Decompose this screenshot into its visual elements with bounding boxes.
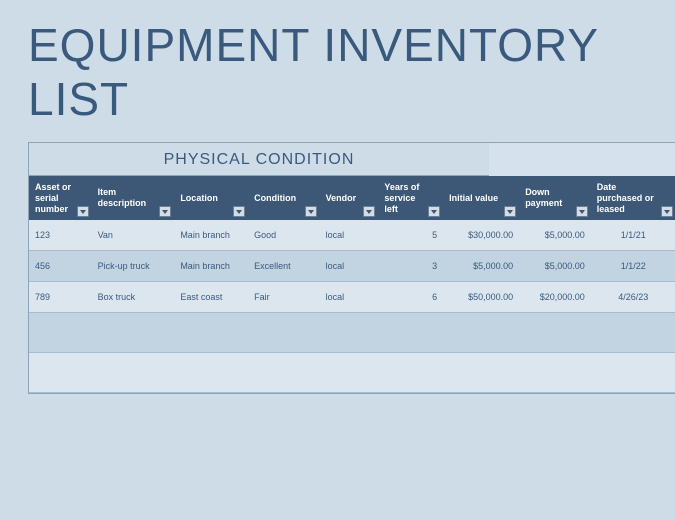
cell-vend: local	[320, 220, 379, 251]
filter-icon[interactable]	[77, 206, 89, 217]
filter-icon[interactable]	[576, 206, 588, 217]
col-asset-label: Asset or serial number	[35, 182, 71, 214]
table-row: 123 Van Main branch Good local 5 $30,000…	[29, 220, 675, 251]
cell-vend: local	[320, 251, 379, 282]
cell-date: 1/1/21	[591, 220, 675, 251]
cell-yrs: 5	[378, 220, 443, 251]
col-years-left[interactable]: Years of service left	[378, 176, 443, 220]
section-header-physical-condition: PHYSICAL CONDITION	[29, 143, 489, 176]
table-row: 789 Box truck East coast Fair local 6 $5…	[29, 282, 675, 313]
col-initial-value[interactable]: Initial value	[443, 176, 519, 220]
col-desc-label: Item description	[98, 187, 147, 208]
cell-loc: Main branch	[174, 251, 248, 282]
col-down-label: Down payment	[525, 187, 562, 208]
col-desc[interactable]: Item description	[92, 176, 175, 220]
cell-yrs: 3	[378, 251, 443, 282]
cell-loc: Main branch	[174, 220, 248, 251]
col-location[interactable]: Location	[174, 176, 248, 220]
filter-icon[interactable]	[233, 206, 245, 217]
cell-down: $20,000.00	[519, 282, 591, 313]
cell-desc: Van	[92, 220, 175, 251]
filter-icon[interactable]	[305, 206, 317, 217]
cell-down: $5,000.00	[519, 220, 591, 251]
table-header-row: Asset or serial number Item description …	[29, 176, 675, 220]
cell-yrs: 6	[378, 282, 443, 313]
table-row: 456 Pick-up truck Main branch Excellent …	[29, 251, 675, 282]
col-cond-label: Condition	[254, 193, 296, 203]
cell-desc: Pick-up truck	[92, 251, 175, 282]
cell-loc: East coast	[174, 282, 248, 313]
col-yrs-label: Years of service left	[384, 182, 419, 214]
col-init-label: Initial value	[449, 193, 498, 203]
col-down-payment[interactable]: Down payment	[519, 176, 591, 220]
cell-cond: Good	[248, 220, 320, 251]
page-title: EQUIPMENT INVENTORY LIST	[0, 0, 675, 142]
cell-init: $30,000.00	[443, 220, 519, 251]
cell-init: $50,000.00	[443, 282, 519, 313]
table-body: 123 Van Main branch Good local 5 $30,000…	[29, 220, 675, 393]
cell-down: $5,000.00	[519, 251, 591, 282]
cell-cond: Fair	[248, 282, 320, 313]
cell-cond: Excellent	[248, 251, 320, 282]
cell-asset: 789	[29, 282, 92, 313]
cell-vend: local	[320, 282, 379, 313]
inventory-table-container: PHYSICAL CONDITION Asset or serial numbe…	[28, 142, 675, 394]
col-vendor[interactable]: Vendor	[320, 176, 379, 220]
col-vend-label: Vendor	[326, 193, 357, 203]
table-row-empty	[29, 353, 675, 393]
cell-desc: Box truck	[92, 282, 175, 313]
filter-icon[interactable]	[159, 206, 171, 217]
filter-icon[interactable]	[428, 206, 440, 217]
col-asset[interactable]: Asset or serial number	[29, 176, 92, 220]
table-row-empty	[29, 313, 675, 353]
col-condition[interactable]: Condition	[248, 176, 320, 220]
cell-asset: 456	[29, 251, 92, 282]
cell-asset: 123	[29, 220, 92, 251]
col-date-purchased[interactable]: Date purchased or leased	[591, 176, 675, 220]
inventory-table: Asset or serial number Item description …	[29, 176, 675, 393]
cell-date: 4/26/23	[591, 282, 675, 313]
filter-icon[interactable]	[363, 206, 375, 217]
cell-date: 1/1/22	[591, 251, 675, 282]
cell-init: $5,000.00	[443, 251, 519, 282]
col-date-label: Date purchased or leased	[597, 182, 654, 214]
col-loc-label: Location	[180, 193, 218, 203]
filter-icon[interactable]	[661, 206, 673, 217]
filter-icon[interactable]	[504, 206, 516, 217]
